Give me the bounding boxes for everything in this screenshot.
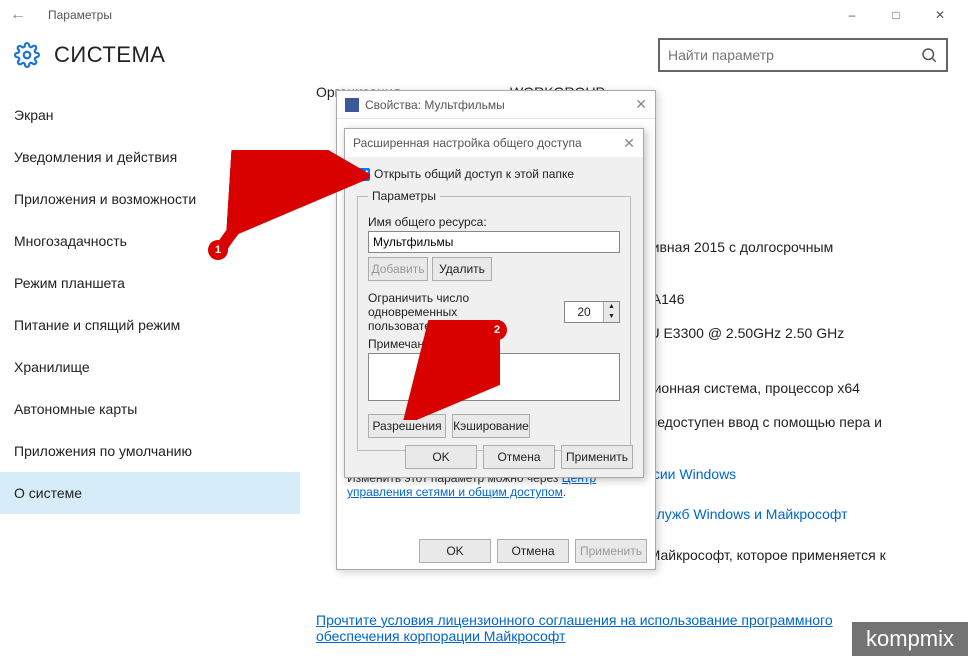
window-title: Параметры [48, 8, 112, 22]
limit-users-spinner[interactable]: 20 ▲▼ [564, 301, 620, 323]
permissions-button[interactable]: Разрешения [368, 414, 446, 438]
watermark: kompmix [852, 622, 968, 656]
sidebar-item-storage[interactable]: Хранилище [0, 346, 300, 388]
limit-users-label: Ограничить число одновременных пользоват… [368, 291, 538, 333]
search-input[interactable] [668, 47, 920, 63]
note-textarea[interactable] [368, 353, 620, 401]
advanced-sharing-dialog: Расширенная настройка общего доступа ✕ О… [344, 128, 644, 478]
advanced-sharing-close-icon[interactable]: ✕ [623, 135, 635, 152]
properties-apply-button[interactable]: Применить [575, 539, 647, 563]
properties-titlebar[interactable]: Свойства: Мультфильмы ✕ [337, 91, 655, 119]
close-button[interactable]: ✕ [918, 1, 962, 29]
sidebar-item-about[interactable]: О системе [0, 472, 300, 514]
share-folder-checkbox[interactable] [357, 168, 370, 181]
sidebar-item-default-apps[interactable]: Приложения по умолчанию [0, 430, 300, 472]
caching-button[interactable]: Кэширование [452, 414, 530, 438]
share-name-input[interactable] [368, 231, 620, 253]
sidebar-item-display[interactable]: Экран [0, 94, 300, 136]
sidebar: Экран Уведомления и действия Приложения … [0, 84, 300, 650]
sidebar-item-maps[interactable]: Автономные карты [0, 388, 300, 430]
frag-edition: ративная 2015 с долгосрочным [630, 239, 833, 255]
spinner-down-icon[interactable]: ▼ [604, 312, 619, 322]
sidebar-item-multitasking[interactable]: Многозадачность [0, 220, 300, 262]
share-folder-checkbox-row[interactable]: Открыть общий доступ к этой папке [357, 167, 631, 181]
gear-icon [14, 42, 40, 68]
page-title: СИСТЕМА [54, 42, 165, 68]
license-link[interactable]: Прочтите условия лицензионного соглашени… [316, 612, 916, 644]
back-button[interactable]: ← [6, 6, 30, 24]
properties-close-icon[interactable]: ✕ [635, 96, 647, 113]
sidebar-item-apps[interactable]: Приложения и возможности [0, 178, 300, 220]
sidebar-item-notifications[interactable]: Уведомления и действия [0, 136, 300, 178]
add-share-button[interactable]: Добавить [368, 257, 428, 281]
frag-cpu: CPU E3300 @ 2.50GHz 2.50 GHz [630, 325, 844, 341]
spinner-up-icon[interactable]: ▲ [604, 302, 619, 312]
share-name-label: Имя общего ресурса: [368, 215, 620, 229]
share-folder-label: Открыть общий доступ к этой папке [374, 167, 574, 181]
frag-sys: рационная система, процессор x64 [630, 380, 860, 396]
annotation-badge-2: 2 [487, 320, 507, 340]
advanced-cancel-button[interactable]: Отмена [483, 445, 555, 469]
search-icon [920, 46, 938, 64]
properties-title: Свойства: Мультфильмы [365, 98, 505, 112]
folder-icon [345, 98, 359, 112]
advanced-apply-button[interactable]: Применить [561, 445, 633, 469]
header-row: СИСТЕМА [0, 30, 968, 84]
link-services[interactable]: ля служб Windows и Майкрософт [630, 506, 847, 522]
frag-pen: ра недоступен ввод с помощью пера и [630, 414, 882, 430]
advanced-ok-button[interactable]: OK [405, 445, 477, 469]
limit-users-value: 20 [565, 305, 603, 319]
annotation-badge-1: 1 [208, 240, 228, 260]
advanced-sharing-title: Расширенная настройка общего доступа [353, 136, 582, 150]
parameters-legend: Параметры [368, 189, 440, 203]
frag-x6: x6 Майкрософт, которое применяется к [630, 547, 886, 563]
sidebar-item-tablet[interactable]: Режим планшета [0, 262, 300, 304]
remove-share-button[interactable]: Удалить [432, 257, 492, 281]
minimize-button[interactable]: – [830, 1, 874, 29]
window-titlebar: ← Параметры – □ ✕ [0, 0, 968, 30]
properties-ok-button[interactable]: OK [419, 539, 491, 563]
properties-cancel-button[interactable]: Отмена [497, 539, 569, 563]
maximize-button[interactable]: □ [874, 1, 918, 29]
sidebar-item-power[interactable]: Питание и спящий режим [0, 304, 300, 346]
search-box[interactable] [658, 38, 948, 72]
advanced-sharing-titlebar[interactable]: Расширенная настройка общего доступа ✕ [345, 129, 643, 157]
